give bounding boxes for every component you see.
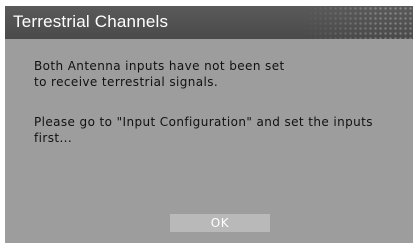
message-line: Please go to "Input Configuration" and s… (34, 115, 373, 129)
message-line: first... (34, 131, 73, 145)
dialog-title-bar: Terrestrial Channels (5, 6, 413, 39)
message-paragraph-1: Both Antenna inputs have not been set to… (34, 58, 394, 90)
ok-button[interactable]: OK (170, 214, 270, 232)
title-bar-dot-pattern (303, 6, 413, 39)
message-dialog: Terrestrial Channels Both Antenna inputs… (5, 6, 413, 243)
message-line: Both Antenna inputs have not been set (34, 59, 285, 73)
dialog-title: Terrestrial Channels (13, 12, 169, 31)
message-paragraph-2: Please go to "Input Configuration" and s… (34, 114, 394, 146)
message-line: to receive terrestrial signals. (34, 75, 219, 89)
